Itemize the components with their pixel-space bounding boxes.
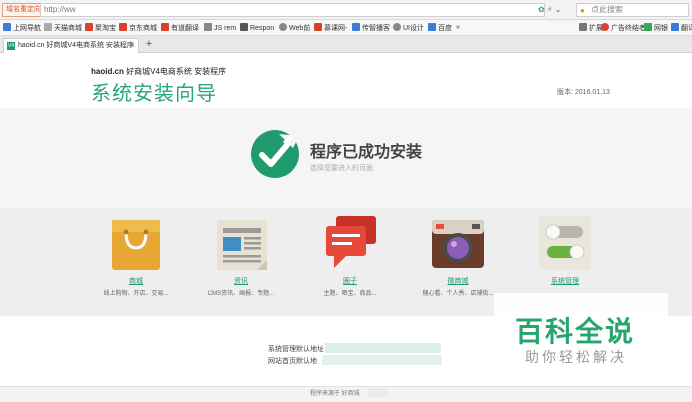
url-input[interactable]: http://ww <box>40 3 545 17</box>
tab-bar: V4 haoid.cn 好商城V4电商系统 安装程序 × + <box>0 36 692 53</box>
bookmark-item[interactable]: 百度 <box>428 23 452 34</box>
grid-icon <box>579 23 587 31</box>
bookmark-item[interactable]: UI设计 <box>393 23 424 34</box>
chevron-down-icon[interactable]: ⌄ <box>555 5 562 14</box>
bookmark-icon <box>314 23 322 31</box>
home-url-label: 网站首页默认地 <box>268 358 317 365</box>
bookmarks-bar: 上网导航 天猫商城 聚淘宝 京东商城 有道翻译 JS rem Respon We… <box>0 20 692 36</box>
module-circle[interactable]: 圈子 主题、晒宝、商品... <box>310 212 390 297</box>
search-placeholder: 点此搜索 <box>591 5 623 14</box>
address-bar: 域名重定向 http://ww ✿ ⚡ ⌄ ● 点此搜索 <box>0 0 692 20</box>
gear-icon[interactable]: ✿ <box>538 5 545 14</box>
success-subtitle: 选择您要进入的页面 <box>310 165 373 172</box>
bookmark-icon <box>119 23 127 31</box>
check-circle-icon <box>251 130 299 178</box>
bookmark-item[interactable]: 有道翻译 <box>161 23 199 34</box>
module-desc: 随心看、个人秀、店铺街... <box>422 291 494 297</box>
module-desc: CMS资讯、画报、专题... <box>207 291 275 297</box>
version-label: 版本: 2016.01.13 <box>557 89 610 96</box>
module-name[interactable]: 圈子 <box>310 276 390 286</box>
bookmark-icon <box>428 23 436 31</box>
module-name[interactable]: 商城 <box>96 276 176 286</box>
success-title: 程序已成功安装 <box>310 144 423 161</box>
bookmark-item[interactable]: 天猫商城 <box>44 23 82 34</box>
bookmark-icon <box>279 23 287 31</box>
module-desc: 线上购物、开店、交易... <box>103 291 169 297</box>
bank-icon <box>644 23 652 31</box>
translate-button[interactable]: 翻译 <box>671 23 692 34</box>
toggle-switch-icon <box>539 216 591 270</box>
bank-button[interactable]: 网银 <box>644 23 668 34</box>
translate-icon <box>671 23 679 31</box>
bookmark-item[interactable]: 京东商城 <box>119 23 157 34</box>
bookmark-icon <box>204 23 212 31</box>
bookmark-item[interactable]: 慕课网- <box>314 23 347 34</box>
bookmark-icon <box>44 23 52 31</box>
favicon-icon: V4 <box>7 42 15 50</box>
redirect-button[interactable]: 域名重定向 <box>2 3 45 17</box>
footer-text: 程序来源于 好商城 <box>310 391 360 397</box>
bookmark-icon <box>393 23 401 31</box>
close-icon[interactable]: × <box>130 39 135 52</box>
bookmark-icon <box>161 23 169 31</box>
new-tab-button[interactable]: + <box>143 39 155 51</box>
page-title: 系统安装向导 <box>91 83 217 105</box>
bookmark-item[interactable]: 聚淘宝 <box>85 23 116 34</box>
redacted-admin-url <box>325 343 441 353</box>
watermark-slogan: 助你轻松解决 <box>525 350 627 366</box>
shopping-bag-icon <box>112 220 160 270</box>
extensions-button[interactable]: 扩展 <box>579 23 603 34</box>
addr-toolbar-icons[interactable]: ✿ ⚡ ⌄ <box>538 5 562 14</box>
module-name[interactable]: 微商城 <box>418 276 498 286</box>
bookmark-icon <box>352 23 360 31</box>
bookmark-item[interactable]: Web前 <box>279 23 310 34</box>
search-input[interactable]: ● 点此搜索 <box>576 3 689 17</box>
shield-icon <box>601 23 609 31</box>
admin-url-label: 系统管理默认地址 <box>268 346 324 353</box>
module-news[interactable]: 资讯 CMS资讯、画报、专题... <box>201 212 281 297</box>
newspaper-icon <box>217 220 267 270</box>
bookmark-icon <box>240 23 248 31</box>
module-name[interactable]: 资讯 <box>201 276 281 286</box>
module-name[interactable]: 系统管理 <box>525 276 605 286</box>
adblock-button[interactable]: 广告终结者 <box>601 23 646 34</box>
module-desc: 主题、晒宝、商品... <box>323 291 377 297</box>
redacted-footer-link <box>368 388 388 397</box>
bookmark-item[interactable]: Respon <box>240 23 274 34</box>
bookmarks-more-icon[interactable]: » <box>456 23 460 33</box>
bookmark-item[interactable]: 传智播客 <box>352 23 390 34</box>
bookmark-icon <box>3 23 11 31</box>
lightning-icon[interactable]: ⚡ <box>547 5 553 14</box>
search-engine-icon[interactable]: ● <box>580 5 585 17</box>
tab-title: haoid.cn 好商城V4电商系统 安装程序 <box>18 42 134 49</box>
chat-bubble-icon <box>326 216 376 268</box>
redacted-home-url <box>322 355 442 365</box>
camera-icon <box>432 220 484 268</box>
brand-line: haoid.cn 好商城V4电商系统 安装程序 <box>91 67 227 76</box>
watermark-logo-text: 百科全说 <box>515 315 636 348</box>
bookmark-item[interactable]: 上网导航 <box>3 23 41 34</box>
bookmark-icon <box>85 23 93 31</box>
module-admin[interactable]: 系统管理 <box>525 212 605 288</box>
tab-active[interactable]: V4 haoid.cn 好商城V4电商系统 安装程序 × <box>3 38 139 53</box>
module-micro-mall[interactable]: 微商城 随心看、个人秀、店铺街... <box>418 212 498 297</box>
module-mall[interactable]: 商城 线上购物、开店、交易... <box>96 212 176 297</box>
bookmark-item[interactable]: JS rem <box>204 23 236 34</box>
